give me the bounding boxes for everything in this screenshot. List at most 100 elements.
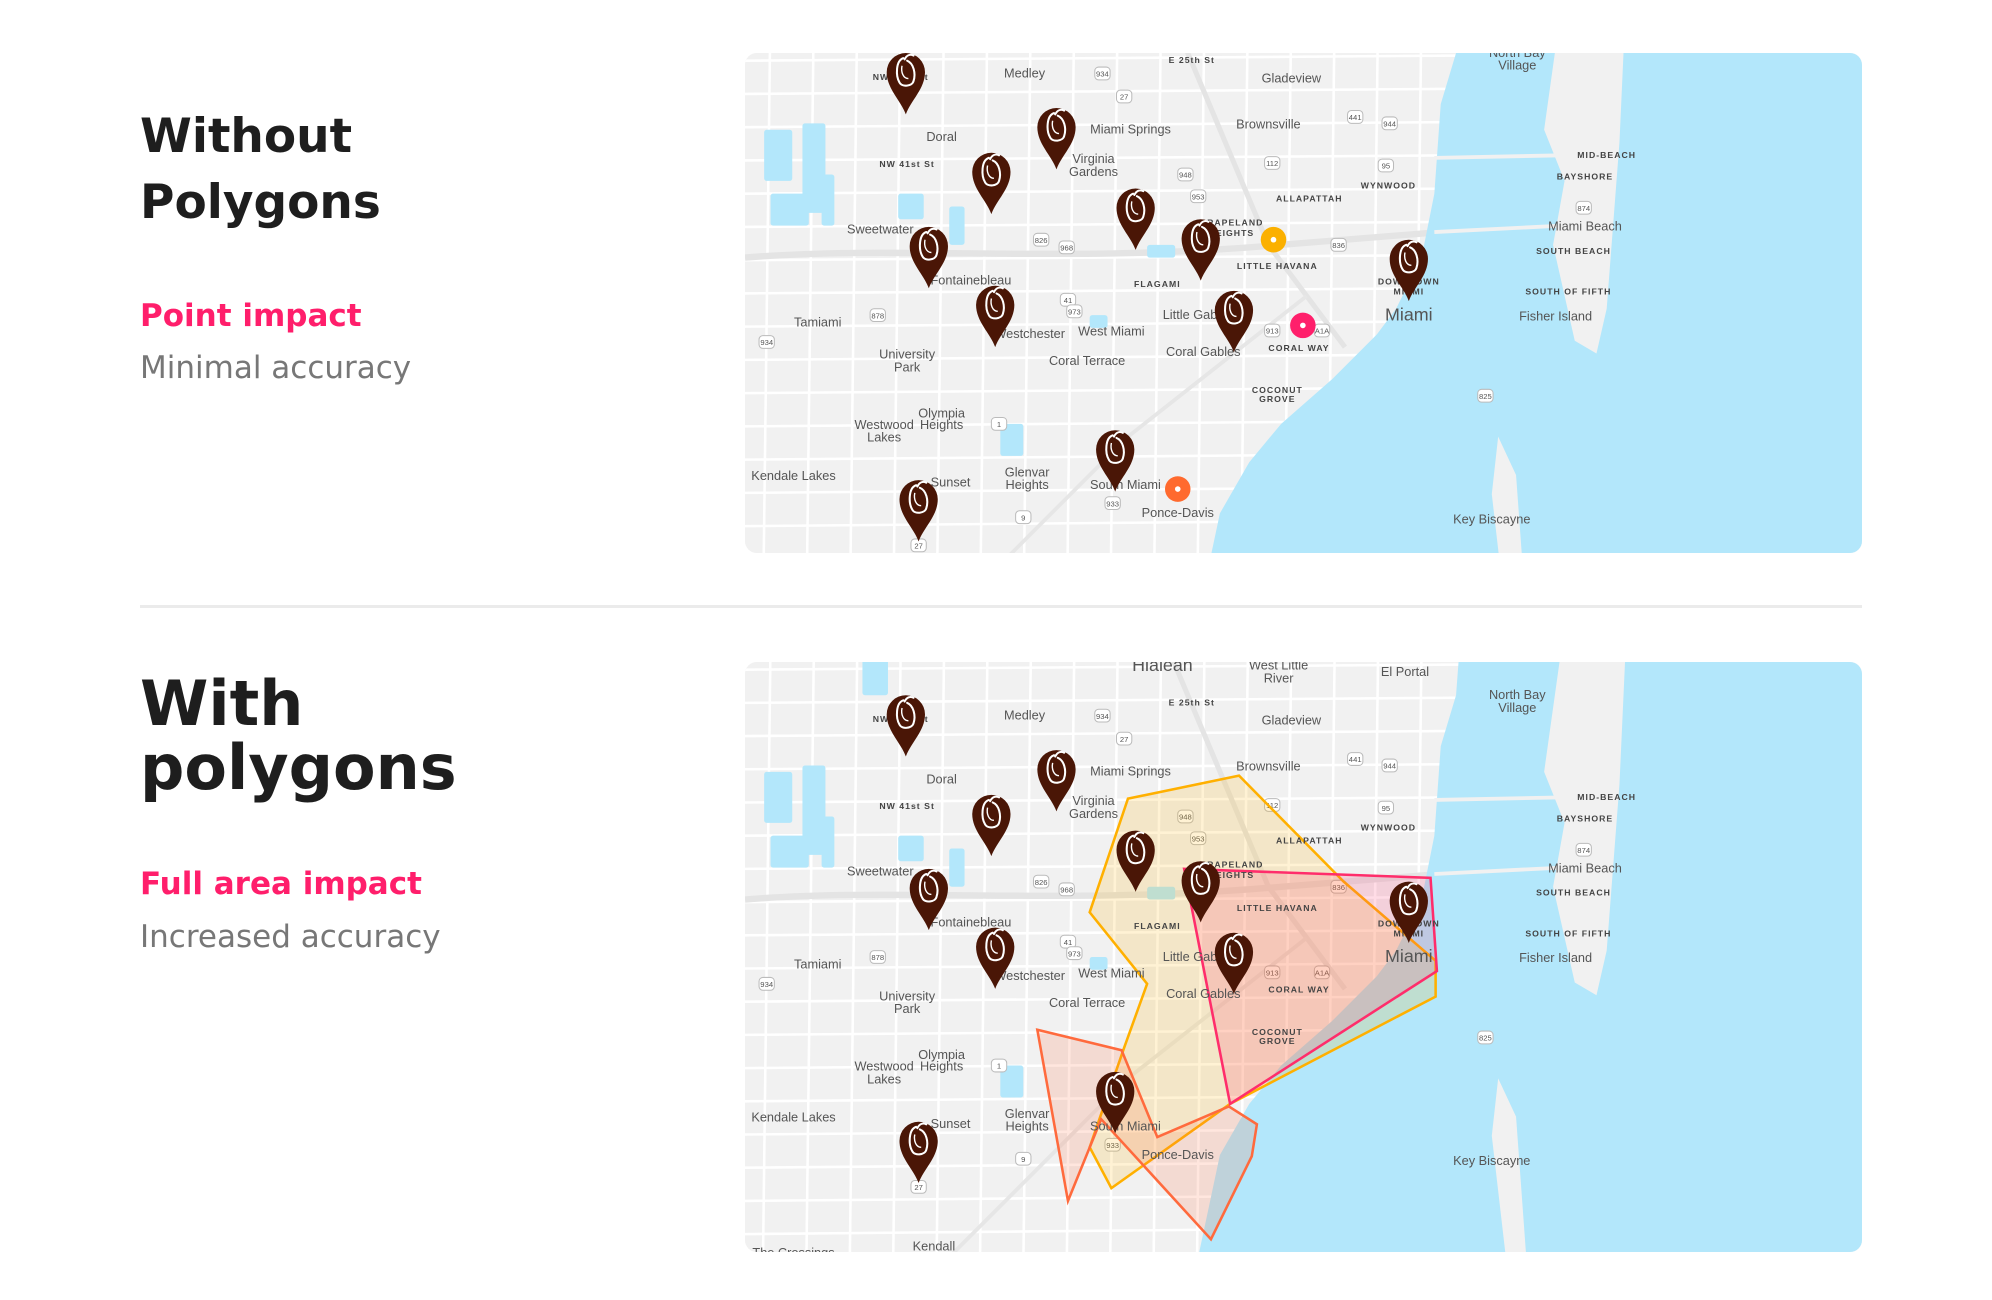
- place-label: River: [1264, 670, 1295, 685]
- place-label: Sunset: [931, 1116, 971, 1131]
- road-shield: 944: [1381, 116, 1398, 131]
- road-shield-number: 27: [1120, 93, 1129, 102]
- causeway: [1434, 153, 1563, 160]
- place-label: NW 41st St: [879, 159, 934, 169]
- road-shield: 825: [1477, 1030, 1494, 1045]
- place-label: Coral Terrace: [1049, 353, 1125, 368]
- road-shield-number: 944: [1383, 120, 1397, 129]
- road-shield-number: 934: [1096, 712, 1110, 721]
- point-impact-label: Point impact: [140, 298, 362, 334]
- place-label: CORAL WAY: [1268, 343, 1329, 353]
- road-shield: 826: [1032, 232, 1050, 247]
- road-shield-number: 9: [1021, 513, 1025, 522]
- road-shield: 825: [1477, 388, 1494, 403]
- impact-point-orange[interactable]: [1164, 476, 1191, 502]
- map-without-polygons[interactable]: 934 27 441 944 112 95 948 953 836 826 968 41 973 878 1…: [745, 53, 1862, 553]
- place-label: BAYSHORE: [1557, 172, 1613, 182]
- place-label: Tamiami: [794, 315, 841, 330]
- road-shield: 9: [1015, 1151, 1032, 1166]
- road-shield: 41: [1059, 292, 1077, 307]
- place-label: GROVE: [1259, 1036, 1295, 1046]
- place-label: WYNWOOD: [1361, 823, 1416, 833]
- place-label: Coral Gables: [1166, 344, 1240, 359]
- road-shield: 934: [1094, 708, 1111, 723]
- place-label: Fontainebleau: [931, 914, 1012, 929]
- place-label: Key Biscayne: [1453, 512, 1530, 527]
- place-label: Fisher Island: [1519, 950, 1592, 965]
- road-shield: 878: [869, 950, 886, 964]
- place-label: Miami Springs: [1090, 122, 1171, 137]
- road-shield-number: 913: [1266, 327, 1279, 336]
- place-label: SOUTH BEACH: [1536, 246, 1611, 256]
- place-label: Sunset: [931, 474, 971, 489]
- road-shield-number: 874: [1577, 846, 1591, 855]
- road-shield-number: A1A: [1315, 327, 1330, 336]
- place-label: Park: [894, 359, 921, 374]
- place-label: Sweetwater: [847, 221, 914, 236]
- road-shield-number: 934: [1096, 70, 1110, 79]
- place-label: Brownsville: [1236, 759, 1300, 774]
- place-label: Gardens: [1069, 164, 1118, 179]
- road-shield-number: 1: [997, 1062, 1001, 1071]
- place-label: SOUTH BEACH: [1536, 888, 1611, 898]
- road-shield: 441: [1347, 752, 1364, 766]
- place-label: BAYSHORE: [1557, 814, 1614, 824]
- place-label: Doral: [926, 771, 956, 786]
- road-shield: 973: [1066, 304, 1083, 319]
- place-label: Heights: [1006, 1119, 1049, 1134]
- road-shield-number: 441: [1349, 113, 1362, 122]
- road-shield: 441: [1347, 110, 1364, 124]
- place-label: Miami: [1385, 304, 1433, 324]
- place-label: ALLAPATTAH: [1276, 835, 1343, 845]
- place-label: Gladeview: [1262, 713, 1322, 728]
- place-label: ALLAPATTAH: [1276, 193, 1343, 203]
- place-label: Village: [1498, 58, 1536, 73]
- section-divider: [140, 605, 1862, 608]
- road-shield-number: 968: [1060, 244, 1073, 253]
- road-shield-number: 41: [1064, 296, 1073, 305]
- road-shield: 95: [1377, 800, 1395, 815]
- road-shield: 95: [1377, 158, 1395, 173]
- road-shield-number: 874: [1577, 204, 1591, 213]
- place-label: GROVE: [1259, 394, 1295, 404]
- place-label: FLAGAMI: [1134, 921, 1181, 931]
- impact-point-yellow[interactable]: [1260, 226, 1287, 253]
- road-shield-number: 836: [1332, 241, 1345, 250]
- place-label: Miami Beach: [1548, 861, 1622, 876]
- road-shield: 933: [1104, 496, 1121, 511]
- road-shield-number: 95: [1382, 804, 1391, 813]
- map-canvas[interactable]: 93427441944112 95948953836826968419738781…: [745, 53, 1862, 553]
- map-canvas[interactable]: 93427441944112 95948953836826968419738781…: [745, 662, 1862, 1252]
- road-shield: 1: [990, 416, 1008, 431]
- place-label: E 25th St: [1169, 55, 1215, 65]
- road-shield: 934: [758, 335, 775, 349]
- road-shield-number: 825: [1479, 1034, 1492, 1043]
- place-label: Ponce-Davis: [1142, 1147, 1214, 1162]
- road-shield: 878: [869, 308, 886, 323]
- place-label: Fontainebleau: [931, 272, 1012, 287]
- road-shield-number: 9: [1021, 1155, 1025, 1164]
- road-shield-number: 948: [1179, 171, 1192, 180]
- road-shield-number: 441: [1349, 755, 1362, 764]
- road-shield: 934: [1094, 66, 1111, 81]
- impact-point-pink[interactable]: [1290, 312, 1316, 339]
- road-shield-number: 934: [760, 980, 774, 989]
- place-label: South Miami: [1090, 477, 1161, 492]
- road-shield-number: 27: [1120, 735, 1129, 744]
- place-label: Tamiami: [794, 956, 841, 971]
- place-label: MID-BEACH: [1577, 792, 1636, 802]
- road-shield: 944: [1381, 758, 1398, 773]
- map-with-polygons[interactable]: 934 27 441 944 112 95 948 953 836 826 968 41 973 878 1…: [745, 662, 1862, 1252]
- place-label: Coral Terrace: [1049, 995, 1125, 1010]
- road-shield-number: 826: [1035, 236, 1048, 245]
- place-label: CORAL WAY: [1268, 985, 1329, 995]
- road-shield-number: 95: [1382, 162, 1391, 171]
- place-label: Heights: [1005, 477, 1048, 492]
- road-shield-number: 112: [1266, 159, 1278, 168]
- road-shield: 968: [1058, 240, 1075, 255]
- place-label: Brownsville: [1236, 116, 1301, 131]
- road-shield-number: 878: [871, 311, 884, 320]
- place-label: LITTLE HAVANA: [1237, 903, 1318, 913]
- place-label: South Miami: [1090, 1119, 1161, 1134]
- place-label: Sweetwater: [847, 863, 914, 878]
